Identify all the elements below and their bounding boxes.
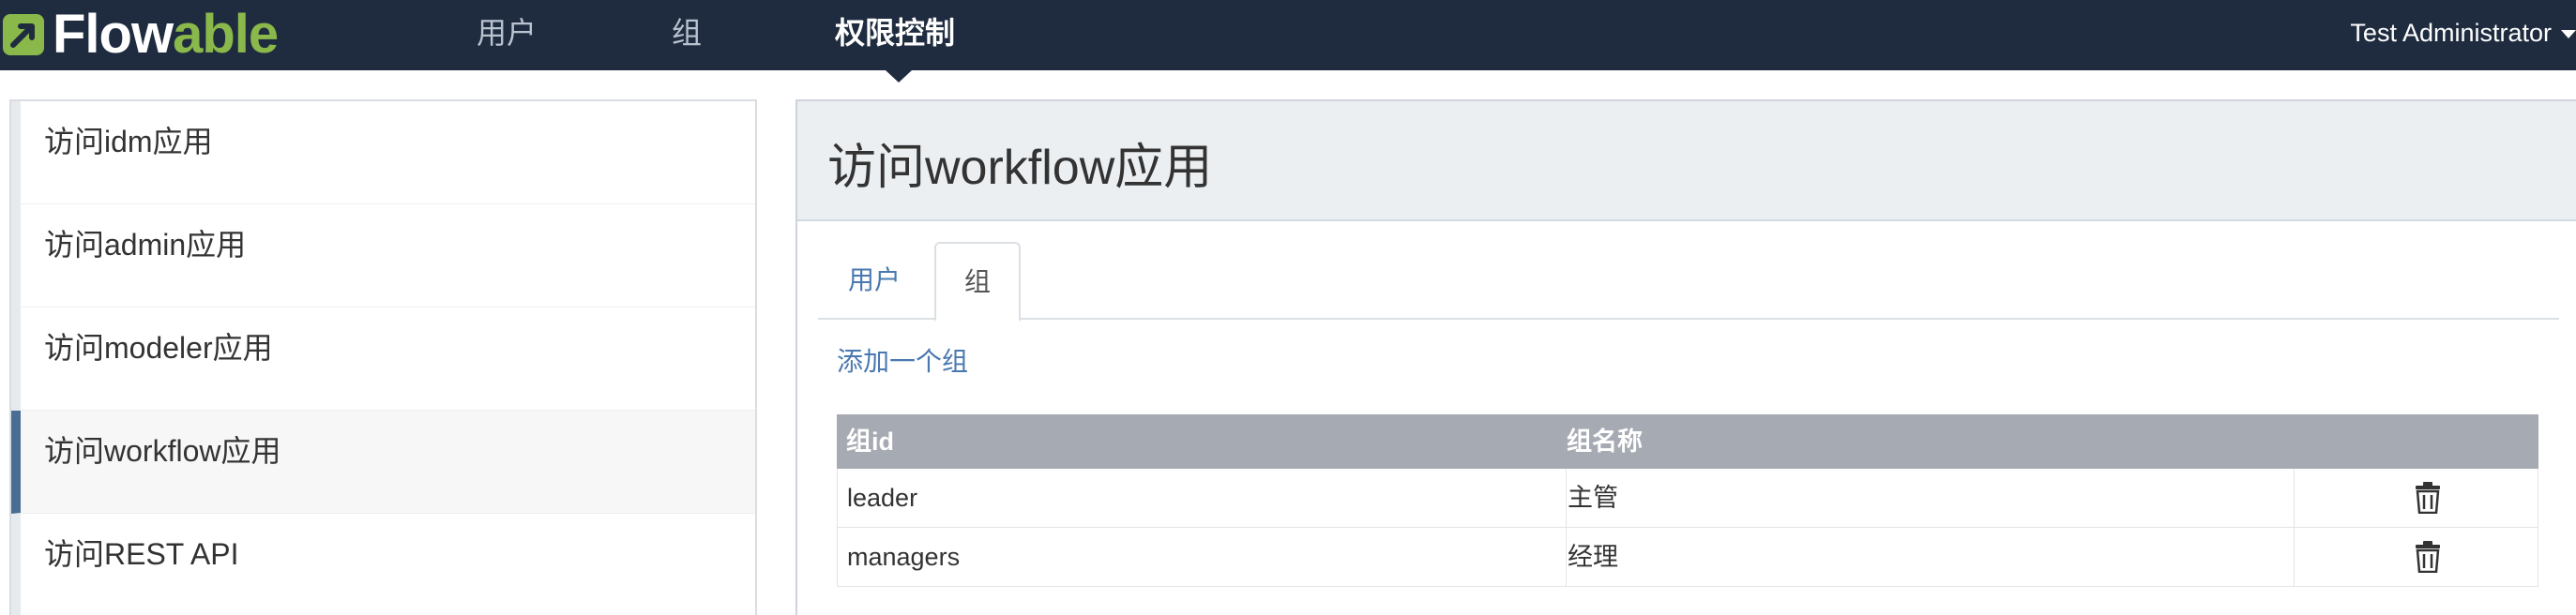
active-nav-indicator bbox=[886, 70, 912, 82]
chevron-down-icon bbox=[2561, 30, 2576, 39]
tab-bar: 用户 组 bbox=[818, 242, 2559, 322]
sidebar-item-label: 访问modeler应用 bbox=[44, 331, 273, 365]
sidebar-item-admin[interactable]: 访问admin应用 bbox=[11, 204, 755, 308]
table-row: managers 经理 bbox=[837, 528, 2538, 587]
add-group-link[interactable]: 添加一个组 bbox=[837, 341, 968, 379]
logo-text: Flowable bbox=[53, 4, 279, 65]
cell-group-id: managers bbox=[847, 543, 961, 571]
sidebar-item-modeler[interactable]: 访问modeler应用 bbox=[11, 308, 755, 411]
cell-group-name: 经理 bbox=[1568, 543, 1618, 571]
top-navbar: Flowable 用户 组 权限控制 Test Administrator bbox=[0, 0, 2576, 70]
flowable-logo[interactable]: Flowable bbox=[0, 4, 279, 65]
column-divider bbox=[1566, 528, 1567, 586]
flowable-logo-icon bbox=[3, 14, 44, 55]
nav-users[interactable]: 用户 bbox=[477, 0, 537, 70]
sidebar-item-label: 访问idm应用 bbox=[44, 125, 213, 158]
cell-group-id: leader bbox=[847, 484, 918, 512]
column-header-group-name: 组名称 bbox=[1567, 428, 1643, 456]
tab-users[interactable]: 用户 bbox=[818, 242, 931, 320]
nav-privileges[interactable]: 权限控制 bbox=[835, 0, 955, 70]
nav-groups[interactable]: 组 bbox=[672, 0, 702, 70]
column-divider bbox=[2294, 469, 2295, 527]
trash-icon[interactable] bbox=[2415, 482, 2441, 514]
panel-header: 访问workflow应用 bbox=[797, 101, 2576, 221]
groups-table: 组id 组名称 leader 主管 managers 经理 bbox=[837, 414, 2538, 587]
column-header-group-id: 组id bbox=[846, 428, 894, 456]
page-title: 访问workflow应用 bbox=[827, 141, 1213, 195]
sidebar-item-label: 访问REST API bbox=[44, 537, 239, 571]
privilege-detail-panel: 访问workflow应用 用户 组 添加一个组 组id 组名称 leader 主… bbox=[796, 99, 2576, 615]
cell-group-name: 主管 bbox=[1568, 484, 1618, 512]
sidebar-item-idm[interactable]: 访问idm应用 bbox=[11, 101, 755, 204]
table-header: 组id 组名称 bbox=[837, 414, 2538, 469]
sidebar-item-workflow[interactable]: 访问workflow应用 bbox=[11, 411, 755, 514]
sidebar-item-label: 访问admin应用 bbox=[44, 228, 247, 262]
table-row: leader 主管 bbox=[837, 469, 2538, 528]
privileges-sidebar: 访问idm应用 访问admin应用 访问modeler应用 访问workflow… bbox=[9, 99, 757, 615]
column-divider bbox=[2294, 528, 2295, 586]
user-name: Test Administrator bbox=[2350, 19, 2552, 47]
sidebar-item-label: 访问workflow应用 bbox=[44, 434, 281, 468]
trash-icon[interactable] bbox=[2415, 541, 2441, 573]
user-menu[interactable]: Test Administrator bbox=[2350, 0, 2576, 70]
tab-groups[interactable]: 组 bbox=[934, 242, 1021, 322]
sidebar-item-rest-api[interactable]: 访问REST API bbox=[11, 514, 755, 615]
column-divider bbox=[1566, 469, 1567, 527]
